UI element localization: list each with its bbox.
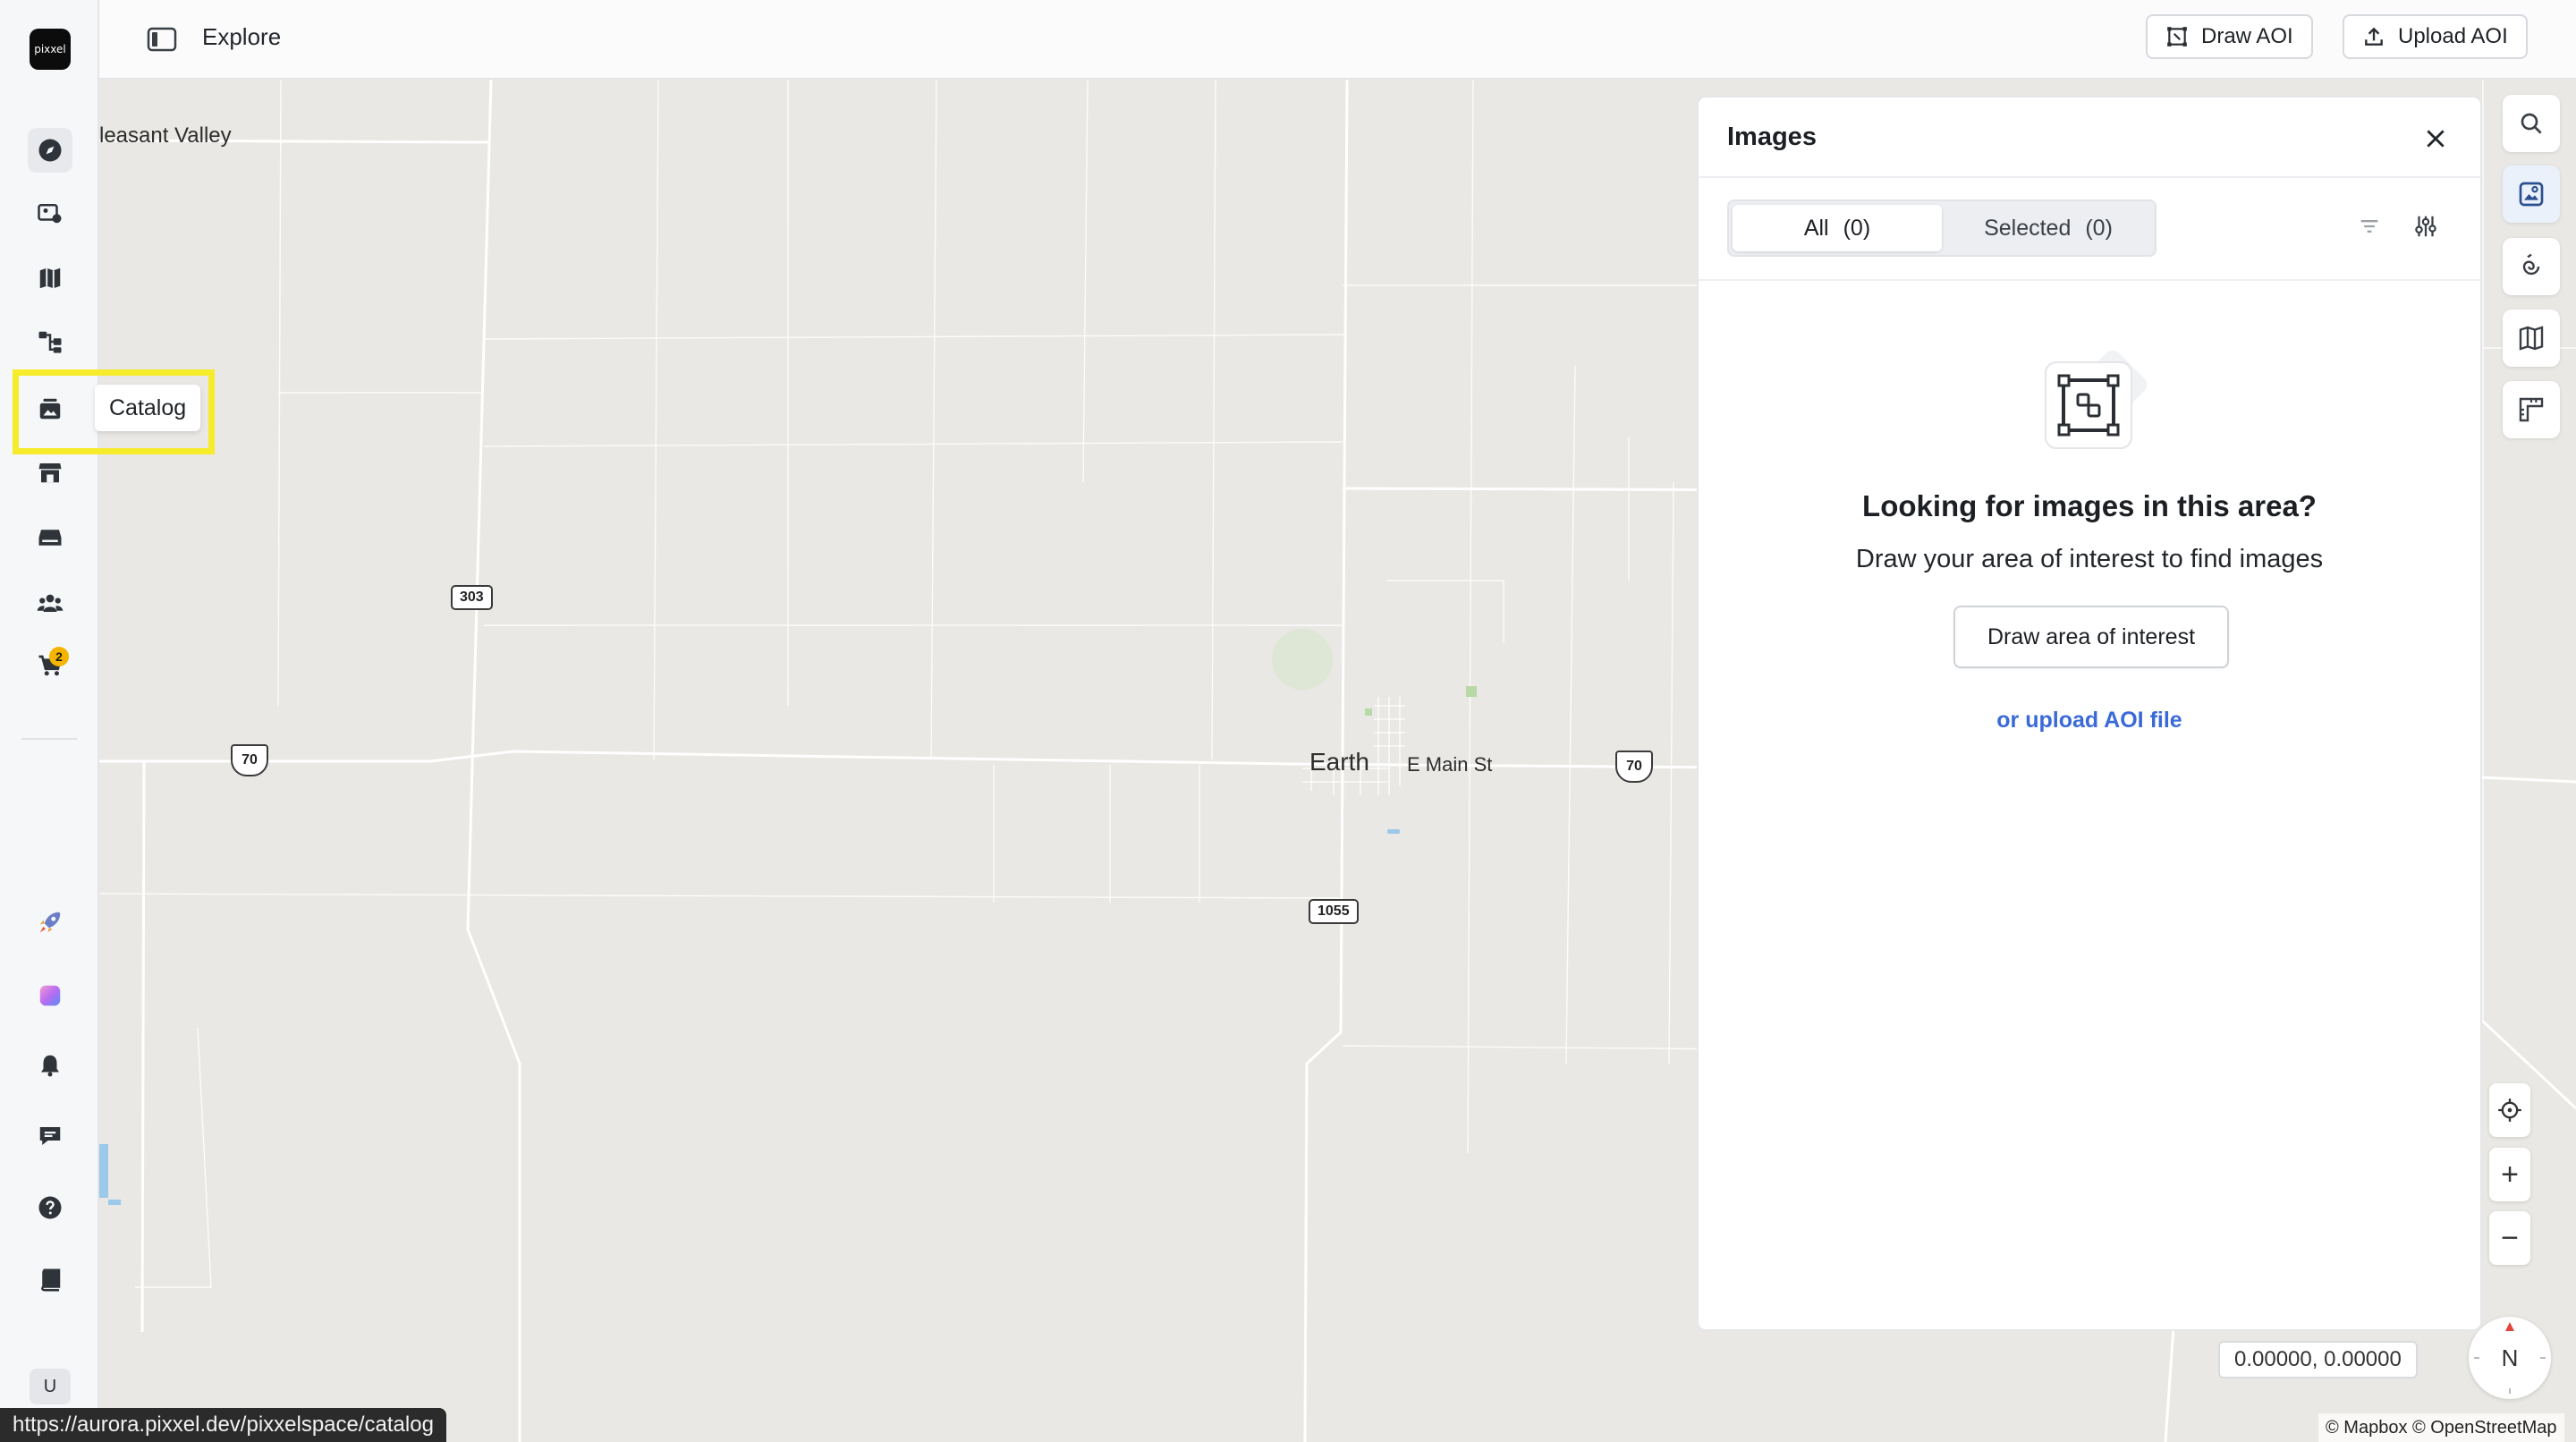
locate-button[interactable] xyxy=(2489,1083,2530,1137)
sidebar-divider xyxy=(21,738,77,740)
map-label-e-main-st: E Main St xyxy=(1407,753,1493,776)
book-icon xyxy=(40,1268,61,1292)
sidebar-item-tasking[interactable] xyxy=(28,191,72,235)
map-icon xyxy=(39,267,61,289)
map-label-pleasant-valley: leasant Valley xyxy=(99,123,232,148)
route-1055-shield: 1055 xyxy=(1309,899,1359,924)
measure-tool-button[interactable] xyxy=(2503,381,2560,438)
sidebar-item-apps[interactable] xyxy=(28,973,72,1018)
sidebar-item-teams[interactable] xyxy=(28,581,72,625)
chat-icon xyxy=(39,1127,61,1145)
images-tool-button[interactable] xyxy=(2503,165,2560,223)
zoom-out-button[interactable]: − xyxy=(2489,1211,2530,1265)
tab-all[interactable]: All (0) xyxy=(1733,205,1942,251)
store-icon xyxy=(38,463,62,483)
bell-icon xyxy=(41,1055,59,1077)
team-icon xyxy=(37,594,64,612)
gradient-app-icon xyxy=(39,985,61,1006)
sidebar-item-workflows[interactable] xyxy=(28,319,72,364)
route-303-shield: 303 xyxy=(451,585,493,610)
status-bar-url: https://aurora.pixxel.dev/pixxelspace/ca… xyxy=(0,1408,446,1442)
us-70-shield-left: 70 xyxy=(231,744,268,776)
top-header: Explore Draw AOI Upload AOI xyxy=(99,0,2576,80)
tab-selected-label: Selected xyxy=(1984,215,2072,241)
panel-close-button[interactable] xyxy=(2421,124,2450,153)
satellite-image-icon xyxy=(38,204,62,224)
compass-button[interactable]: N xyxy=(2469,1317,2551,1399)
catalog-tooltip: Catalog xyxy=(95,385,201,431)
ruler-icon xyxy=(2519,397,2544,422)
sidebar-item-help[interactable] xyxy=(28,1185,72,1230)
sidebar-item-whats-new[interactable] xyxy=(28,900,72,945)
empty-state-subtext: Draw your area of interest to find image… xyxy=(1855,545,2324,573)
aoi-empty-icon xyxy=(2045,350,2148,454)
sidebar-item-store[interactable] xyxy=(28,450,72,495)
basemap-tool-button[interactable] xyxy=(2503,310,2560,367)
close-icon xyxy=(2427,130,2445,148)
draw-aoi-label: Draw AOI xyxy=(2201,24,2293,48)
sort-button[interactable] xyxy=(2351,208,2387,244)
sidebar-item-notifications[interactable] xyxy=(28,1043,72,1088)
zoom-in-button[interactable]: + xyxy=(2489,1148,2530,1201)
tab-all-label: All xyxy=(1803,215,1829,241)
draw-area-of-interest-button[interactable]: Draw area of interest xyxy=(1953,606,2229,668)
images-panel: Images All (0) Selected (0) Looking for … xyxy=(1697,96,2482,1331)
sidebar-toggle-button[interactable] xyxy=(144,21,180,57)
storage-icon xyxy=(38,530,62,546)
us-70-shield-right: 70 xyxy=(1615,751,1653,783)
coordinates-readout: 0.00000, 0.00000 xyxy=(2218,1341,2418,1378)
panel-toggle-icon xyxy=(147,27,177,52)
panel-title: Images xyxy=(1727,123,1817,151)
upload-aoi-label: Upload AOI xyxy=(2398,24,2508,48)
upload-icon xyxy=(2365,27,2383,46)
user-avatar[interactable]: U xyxy=(30,1369,71,1404)
map-search-button[interactable] xyxy=(2503,95,2560,152)
help-icon xyxy=(38,1196,62,1219)
sidebar-item-explore[interactable] xyxy=(28,128,72,173)
rocket-icon xyxy=(39,912,61,933)
sidebar-item-cart[interactable]: 2 xyxy=(28,643,72,688)
sort-lines-icon xyxy=(2360,220,2378,233)
sidebar-item-maps[interactable] xyxy=(28,256,72,301)
image-search-icon xyxy=(2519,182,2544,207)
map-outline-icon xyxy=(2519,326,2544,351)
compass-label: N xyxy=(2501,1344,2519,1371)
tab-selected[interactable]: Selected (0) xyxy=(1944,205,2153,251)
upload-aoi-button[interactable]: Upload AOI xyxy=(2343,14,2528,59)
layers-tool-button[interactable] xyxy=(2503,238,2560,295)
panel-header-divider xyxy=(1699,176,2480,178)
page-title: Explore xyxy=(202,23,282,50)
tab-selected-count: (0) xyxy=(2085,215,2113,241)
search-icon xyxy=(2521,113,2542,134)
sliders-icon xyxy=(2415,216,2436,237)
tab-all-count: (0) xyxy=(1843,215,1871,241)
workflow-icon xyxy=(38,331,62,353)
crosshair-icon xyxy=(2498,1098,2521,1122)
map-label-earth: Earth xyxy=(1309,748,1369,776)
pixxel-logo[interactable]: pixxel xyxy=(30,29,71,70)
spiral-icon xyxy=(2522,253,2540,276)
draw-aoi-icon xyxy=(2167,27,2187,47)
empty-state-heading: Looking for images in this area? xyxy=(1862,489,2317,522)
draw-aoi-button[interactable]: Draw AOI xyxy=(2146,14,2313,59)
cart-badge: 2 xyxy=(49,647,69,666)
filter-settings-button[interactable] xyxy=(2408,208,2444,244)
left-sidebar: pixxel 2 U xyxy=(0,0,99,1442)
sidebar-item-docs[interactable] xyxy=(28,1258,72,1302)
sidebar-item-feedback[interactable] xyxy=(28,1114,72,1158)
images-tab-switcher: All (0) Selected (0) xyxy=(1727,199,2157,257)
compass-icon xyxy=(38,139,62,162)
upload-aoi-file-link[interactable]: or upload AOI file xyxy=(1699,708,2480,734)
panel-tabs-divider xyxy=(1699,279,2480,281)
sidebar-item-storage[interactable] xyxy=(28,515,72,560)
map-attribution[interactable]: © Mapbox © OpenStreetMap xyxy=(2318,1413,2564,1442)
